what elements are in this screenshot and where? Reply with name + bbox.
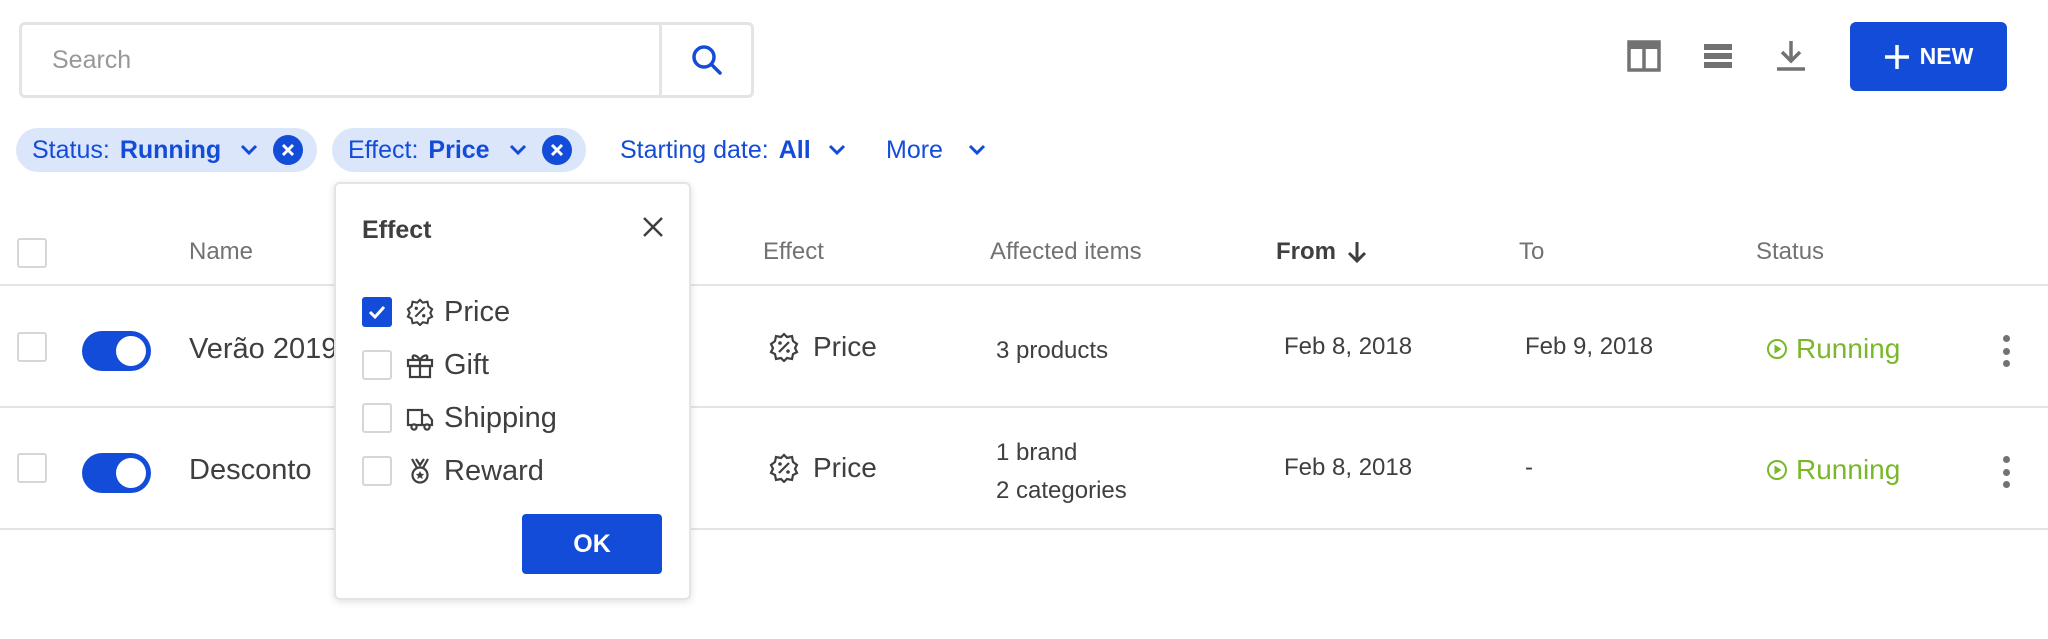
search-button[interactable] [659, 25, 751, 95]
price-tag-icon [769, 332, 799, 362]
effect-cell: Price [769, 331, 877, 363]
effect-label: Price [813, 331, 877, 362]
from-date: Feb 8, 2018 [1284, 333, 1413, 360]
search-input[interactable] [22, 25, 659, 95]
row-checkbox[interactable] [17, 453, 47, 483]
search-bar [19, 22, 754, 98]
price-tag-icon [769, 453, 799, 483]
row-menu-button[interactable] [1996, 331, 2016, 371]
effect-option-price[interactable]: Price [362, 294, 510, 330]
to-column-header[interactable]: To [1519, 238, 1544, 266]
chevron-down-icon [968, 144, 986, 156]
status-label: Running [1796, 454, 1901, 485]
status-filter-value: Running [119, 135, 222, 164]
table-row[interactable]: Verão 2019 Price 3 products Feb 8, 2018 … [0, 287, 2048, 408]
chevron-down-icon [509, 144, 526, 156]
effect-filter-chip[interactable]: Effect: Price [332, 128, 586, 172]
chevron-down-icon [828, 144, 845, 156]
effect-column-header[interactable]: Effect [763, 238, 824, 266]
play-circle-icon [1767, 339, 1787, 359]
columns-button[interactable] [1624, 36, 1664, 76]
option-checkbox[interactable] [362, 297, 392, 327]
row-menu-button[interactable] [1996, 452, 2016, 492]
status-label: Running [1796, 333, 1901, 364]
active-toggle[interactable] [82, 331, 151, 371]
play-circle-icon [1767, 460, 1787, 480]
effect-cell: Price [769, 452, 877, 484]
popover-title: Effect [362, 216, 432, 244]
arrow-down-icon [1347, 242, 1367, 264]
more-filters-label: More [886, 135, 943, 164]
table-header: Name Effect Affected items From To Statu… [0, 220, 2048, 286]
kebab-dot [2002, 335, 2010, 342]
effect-filter-label: Effect: [348, 135, 419, 164]
chevron-down-icon [241, 144, 258, 156]
affected-items-line-2: 2 categories [996, 477, 1127, 504]
effect-option-reward[interactable]: Reward [362, 453, 544, 489]
affected-items-line-1: 1 brand [996, 439, 1078, 466]
new-button[interactable]: NEW [1850, 22, 2007, 91]
density-button[interactable] [1698, 36, 1738, 76]
new-button-label: NEW [1919, 43, 1974, 69]
truck-icon [406, 408, 434, 431]
effect-filter-remove-button[interactable] [541, 135, 572, 165]
select-all-checkbox[interactable] [17, 238, 47, 268]
columns-icon [1627, 40, 1661, 72]
ok-button[interactable]: OK [522, 514, 662, 574]
kebab-dot [2002, 468, 2010, 476]
to-date: Feb 9, 2018 [1525, 333, 1654, 360]
from-date: Feb 8, 2018 [1284, 454, 1413, 481]
status-cell: Running [1766, 333, 1900, 365]
close-icon [643, 217, 663, 237]
option-label: Price [444, 295, 511, 328]
option-checkbox[interactable] [362, 456, 392, 486]
effect-filter-value: Price [428, 135, 490, 164]
search-icon [691, 45, 722, 75]
promotion-name[interactable]: Verão 2019 [189, 333, 337, 366]
from-column-label: From [1276, 238, 1336, 265]
option-label: Shipping [444, 401, 557, 434]
effect-label: Price [813, 452, 877, 483]
close-icon [550, 143, 563, 157]
kebab-dot [2002, 347, 2010, 355]
status-column-header[interactable]: Status [1756, 238, 1824, 266]
download-icon [1777, 41, 1805, 71]
checkmark-icon [368, 305, 386, 320]
close-icon [282, 143, 295, 157]
status-filter-chip[interactable]: Status: Running [16, 128, 318, 172]
option-checkbox[interactable] [362, 403, 392, 433]
promotion-name[interactable]: Desconto [189, 454, 312, 487]
price-tag-icon [406, 298, 434, 326]
starting-date-label: Starting date: [620, 135, 769, 164]
option-checkbox[interactable] [362, 350, 392, 380]
medal-icon [411, 458, 429, 484]
option-label: Reward [444, 454, 544, 487]
active-toggle[interactable] [82, 453, 151, 493]
to-date: - [1525, 454, 1533, 481]
more-filters-button[interactable]: More [886, 128, 987, 172]
effect-filter-popover: Effect Price Gift Shipping Reward OK [334, 182, 691, 600]
status-filter-remove-button[interactable] [273, 135, 304, 165]
effect-option-gift[interactable]: Gift [362, 347, 489, 383]
download-button[interactable] [1771, 36, 1811, 76]
kebab-dot [2002, 360, 2010, 367]
from-column-header[interactable]: From [1276, 238, 1368, 266]
name-column-header[interactable]: Name [189, 238, 253, 266]
row-checkbox[interactable] [17, 332, 47, 362]
starting-date-filter[interactable]: Starting date: All [620, 128, 847, 172]
plus-icon [1884, 44, 1909, 69]
starting-date-value: All [778, 135, 811, 164]
option-label: Gift [444, 348, 490, 381]
affected-items-line-1: 3 products [996, 337, 1109, 364]
table-row[interactable]: Desconto Price 1 brand 2 categories Feb … [0, 409, 2048, 530]
density-icon [1704, 44, 1732, 68]
popover-close-button[interactable] [638, 212, 668, 242]
kebab-dot [2002, 456, 2010, 463]
status-cell: Running [1766, 454, 1900, 486]
gift-icon [406, 354, 434, 379]
affected-items-column-header[interactable]: Affected items [990, 238, 1142, 266]
status-filter-label: Status: [32, 135, 110, 164]
effect-option-shipping[interactable]: Shipping [362, 400, 557, 436]
kebab-dot [2002, 481, 2010, 488]
